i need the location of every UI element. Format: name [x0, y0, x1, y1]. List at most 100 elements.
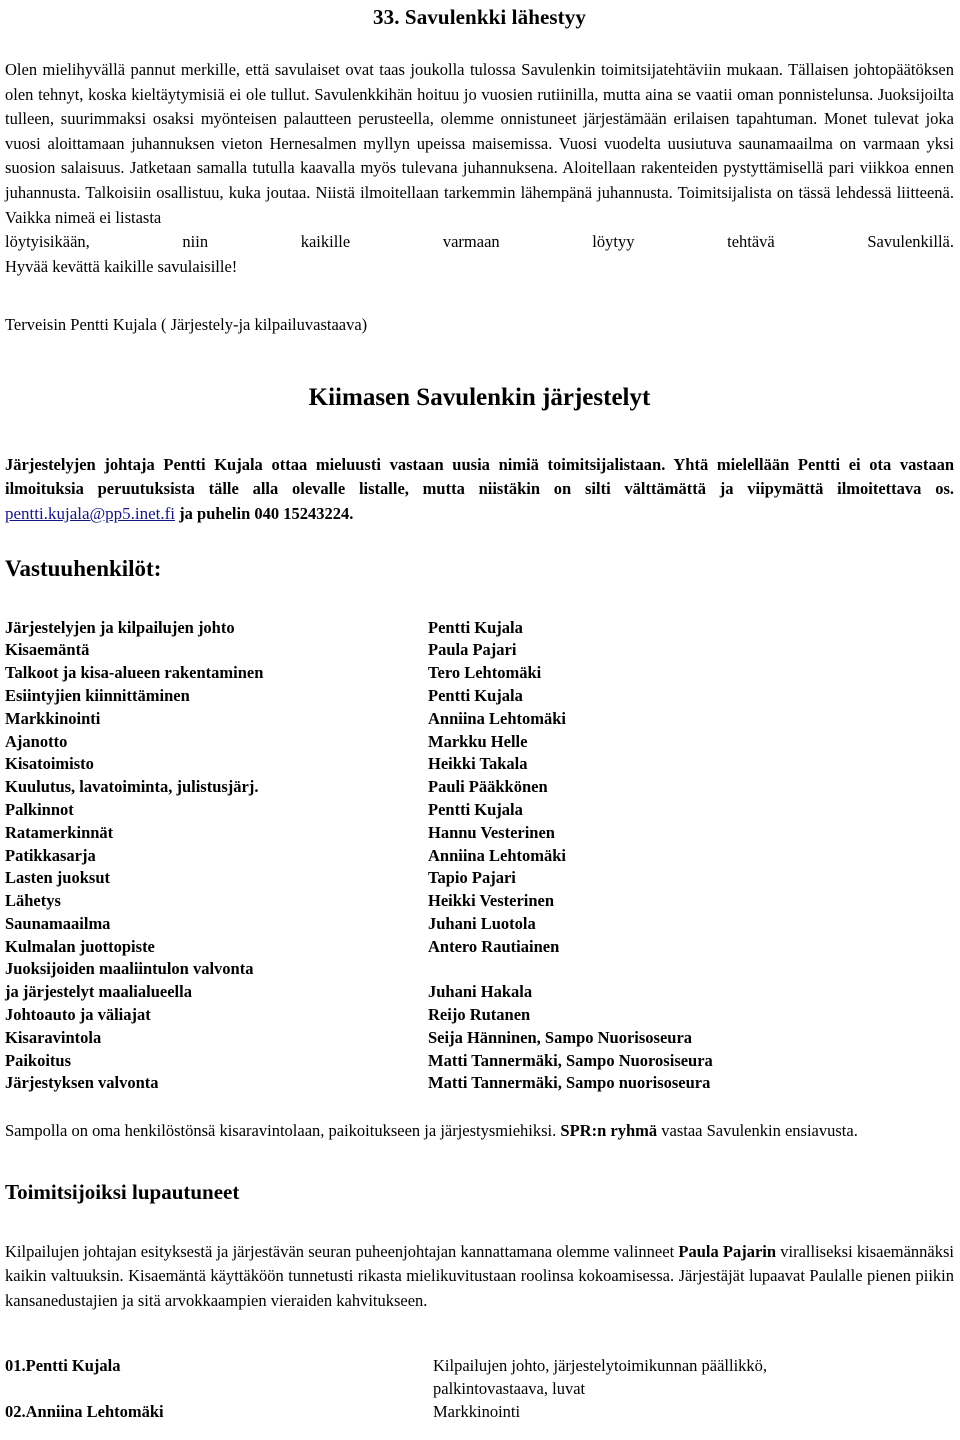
person-cell: Reijo Rutanen [428, 1005, 531, 1025]
intro-paragraph-last-line: löytyisikään, niin kaikille varmaan löyt… [5, 232, 954, 252]
role-cell: Talkoot ja kisa-alueen rakentaminen [5, 663, 264, 683]
table-row: Saunamaailma Juhani Luotola [5, 913, 954, 936]
volunteers-paragraph: Kilpailujen johtajan esityksestä ja järj… [5, 1240, 954, 1314]
person-cell: Hannu Vesterinen [428, 822, 555, 842]
table-row: Järjestyksen valvonta Matti Tannermäki, S… [5, 1072, 954, 1095]
role-cell: ja järjestelyt maalialueella [5, 982, 192, 1002]
arrangements-paragraph: Järjestelyjen johtaja Pentti Kujala otta… [5, 453, 954, 527]
sampo-note-part2: vastaa Savulenkin ensiavusta. [657, 1121, 858, 1141]
volunteer-duties: Kilpailujen johto, järjestelytoimikunnan… [433, 1354, 954, 1400]
role-cell: Kuulutus, lavatoiminta, julistusjärj. [5, 777, 259, 797]
table-row: Järjestelyjen ja kilpailujen johto Pentti… [5, 617, 954, 640]
volunteers-paragraph-bold: Paula Pajarin [678, 1241, 777, 1261]
person-cell: Antero Rautiainen [428, 936, 560, 956]
email-link[interactable]: pentti.kujala@pp5.inet.fi [5, 504, 175, 523]
person-cell: Markku Helle [428, 731, 528, 751]
person-cell: Paula Pajari [428, 640, 517, 660]
table-row: Markkinointi Anniina Lehtomäki [5, 708, 954, 731]
person-cell: Juhani Luotola [428, 913, 536, 933]
role-cell: Markkinointi [5, 708, 101, 728]
table-row: Ajanotto Markku Helle [5, 731, 954, 754]
sampo-note-bold: SPR:n ryhmä [560, 1121, 658, 1141]
table-row: Ratamerkinnät Hannu Vesterinen [5, 822, 954, 845]
role-cell: Järjestyksen valvonta [5, 1073, 159, 1093]
volunteer-number-name: 01.Pentti Kujala [5, 1355, 121, 1375]
table-row: Kulmalan juottopiste Antero Rautiainen [5, 936, 954, 959]
volunteer-table-body: 01.Pentti Kujala Kilpailujen johto, järj… [5, 1354, 954, 1423]
intro-paragraph: Olen mielihyvällä pannut merkille, että … [5, 60, 954, 227]
table-row: Esiintyjien kiinnittäminen Pentti Kujala [5, 685, 954, 708]
signature-line: Terveisin Pentti Kujala ( Järjestely-ja … [5, 314, 368, 334]
volunteer-table: 01.Pentti Kujala Kilpailujen johto, järj… [5, 1354, 954, 1423]
responsibility-table-body: Järjestelyjen ja kilpailujen johto Pentti… [5, 617, 954, 1096]
arrangements-text-after-email: ja puhelin 040 15243224. [175, 503, 354, 523]
role-cell: Järjestelyjen ja kilpailujen johto [5, 617, 235, 637]
table-row: Kisaravintola Seija Hänninen, Sampo Nuori… [5, 1027, 954, 1050]
role-cell: Juoksijoiden maaliintulon valvonta [5, 959, 254, 979]
volunteers-paragraph-part1: Kilpailujen johtajan esityksestä ja järj… [5, 1241, 679, 1261]
table-row: Kisaemäntä Paula Pajari [5, 639, 954, 662]
role-cell: Kisatoimisto [5, 754, 94, 774]
person-cell: Tero Lehtomäki [428, 663, 542, 683]
person-cell: Pauli Pääkkönen [428, 777, 548, 797]
role-cell: Esiintyjien kiinnittäminen [5, 685, 190, 705]
role-cell: Ajanotto [5, 731, 68, 751]
table-row: Kisatoimisto Heikki Takala [5, 753, 954, 776]
table-row: Palkinnot Pentti Kujala [5, 799, 954, 822]
table-row: Patikkasarja Anniina Lehtomäki [5, 845, 954, 868]
person-cell: Anniina Lehtomäki [428, 845, 566, 865]
duty-line: Markkinointi [433, 1401, 521, 1421]
person-cell: Pentti Kujala [428, 617, 523, 637]
duty-line: palkintovastaava, luvat [433, 1378, 586, 1398]
role-cell: Kulmalan juottopiste [5, 936, 155, 956]
volunteer-number-name: 02.Anniina Lehtomäki [5, 1401, 164, 1421]
role-cell: Ratamerkinnät [5, 822, 114, 842]
role-cell: Kisaravintola [5, 1027, 102, 1047]
role-cell: Saunamaailma [5, 913, 111, 933]
responsible-heading: Vastuuhenkilöt: [5, 555, 162, 581]
person-cell: Pentti Kujala [428, 685, 523, 705]
list-item: 02.Anniina Lehtomäki Markkinointi [5, 1400, 954, 1423]
arrangements-text-before-email: Järjestelyjen johtaja Pentti Kujala otta… [5, 454, 954, 499]
table-row: ja järjestelyt maalialueella Juhani Hakal… [5, 981, 954, 1004]
responsibility-table: Järjestelyjen ja kilpailujen johto Pentti… [5, 617, 954, 1096]
sampo-note-part1: Sampolla on oma henkilöstönsä kisaravint… [5, 1121, 561, 1141]
person-cell: Matti Tannermäki, Sampo Nuorosiseura [428, 1050, 713, 1070]
person-cell: Juhani Hakala [428, 982, 533, 1002]
table-row: Juoksijoiden maaliintulon valvonta [5, 958, 954, 981]
sampo-note: Sampolla on oma henkilöstönsä kisaravint… [5, 1119, 954, 1144]
person-cell: Heikki Vesterinen [428, 891, 555, 911]
role-cell: Patikkasarja [5, 845, 96, 865]
role-cell: Johtoauto ja väliajat [5, 1005, 151, 1025]
table-row: Johtoauto ja väliajat Reijo Rutanen [5, 1004, 954, 1027]
person-cell [428, 958, 954, 981]
role-cell: Lähetys [5, 891, 61, 911]
person-cell: Anniina Lehtomäki [428, 708, 566, 728]
table-row: Kuulutus, lavatoiminta, julistusjärj. Pau… [5, 776, 954, 799]
person-cell: Pentti Kujala [428, 799, 523, 819]
role-cell: Lasten juoksut [5, 868, 110, 888]
volunteers-heading: Toimitsijoiksi lupautuneet [5, 1179, 240, 1204]
role-cell: Paikoitus [5, 1050, 72, 1070]
list-item: 01.Pentti Kujala Kilpailujen johto, järj… [5, 1354, 954, 1400]
person-cell: Matti Tannermäki, Sampo nuorisoseura [428, 1073, 711, 1093]
table-row: Lasten juoksut Tapio Pajari [5, 867, 954, 890]
table-row: Paikoitus Matti Tannermäki, Sampo Nuorosi… [5, 1050, 954, 1073]
person-cell: Heikki Takala [428, 754, 528, 774]
person-cell: Seija Hänninen, Sampo Nuorisoseura [428, 1027, 693, 1047]
page-title: 33. Savulenkki lähestyy [373, 5, 586, 29]
duty-line: Kilpailujen johto, järjestelytoimikunnan… [433, 1355, 768, 1375]
table-row: Lähetys Heikki Vesterinen [5, 890, 954, 913]
document-page: 33. Savulenkki lähestyy Olen mielihyväll… [0, 4, 960, 1440]
intro-closing-line: Hyvää kevättä kaikille savulaisille! [5, 256, 238, 276]
